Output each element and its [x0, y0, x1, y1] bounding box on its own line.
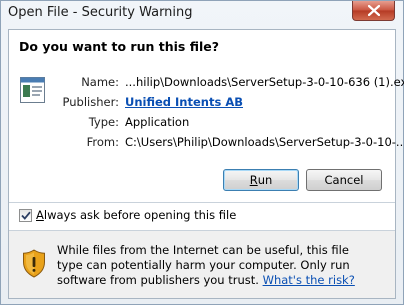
warning-panel: While files from the Internet can be use… [9, 230, 395, 298]
checkmark-icon [20, 211, 31, 220]
publisher-link[interactable]: Unified Intents AB [125, 95, 243, 109]
run-button[interactable]: Run [223, 169, 299, 191]
cancel-button[interactable]: Cancel [306, 169, 382, 191]
from-value: C:\Users\Philip\Downloads\ServerSetup-3-… [125, 135, 404, 149]
always-ask-label[interactable]: Always ask before opening this file [36, 208, 236, 222]
type-value: Application [125, 115, 190, 129]
whats-the-risk-link[interactable]: What's the risk? [263, 273, 355, 287]
dialog-content: Do you want to run this file? Name: ...h… [8, 29, 404, 299]
close-icon [367, 5, 380, 16]
always-ask-accelerator: A [36, 208, 44, 222]
from-label: From: [86, 135, 119, 149]
window-title: Open File - Security Warning [8, 5, 193, 20]
cancel-label: Cancel [324, 173, 364, 187]
always-ask-checkbox[interactable] [19, 209, 32, 222]
name-value: ...hilip\Downloads\ServerSetup-3-0-10-63… [125, 75, 404, 89]
title-bar[interactable]: Open File - Security Warning [1, 1, 403, 27]
warning-shield-icon [23, 249, 45, 278]
always-ask-text: lways ask before opening this file [43, 208, 237, 222]
run-label: un [257, 173, 273, 187]
close-button[interactable] [352, 1, 395, 21]
warning-text: While files from the Internet can be use… [57, 243, 377, 288]
dialog-heading: Do you want to run this file? [19, 39, 219, 54]
name-label: Name: [81, 75, 119, 89]
run-accelerator: R [249, 173, 258, 187]
type-label: Type: [88, 115, 119, 129]
security-warning-dialog: Open File - Security Warning Do you want… [0, 0, 404, 305]
warning-divider [9, 230, 395, 231]
divider [9, 202, 395, 203]
publisher-label: Publisher: [62, 95, 119, 109]
